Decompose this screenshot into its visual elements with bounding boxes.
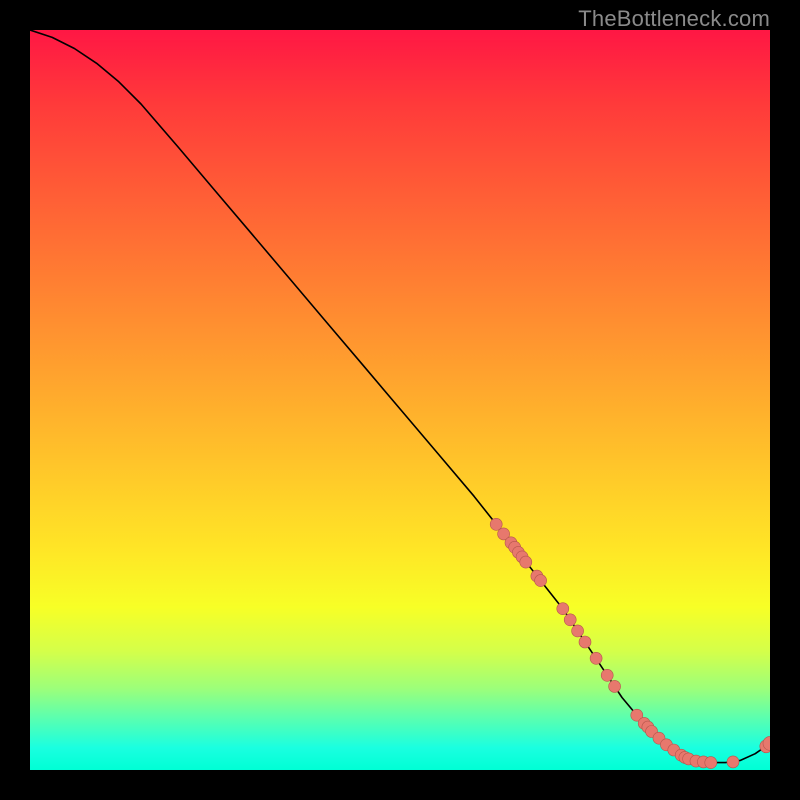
data-point	[535, 575, 547, 587]
chart-overlay-svg	[30, 30, 770, 770]
data-point	[727, 756, 739, 768]
data-point	[572, 625, 584, 637]
data-point	[579, 636, 591, 648]
data-point	[590, 652, 602, 664]
data-point	[609, 680, 621, 692]
data-point	[557, 603, 569, 615]
watermark-text: TheBottleneck.com	[578, 6, 770, 32]
curve-line	[30, 30, 770, 763]
data-point	[601, 669, 613, 681]
data-points-group	[490, 518, 770, 768]
data-point	[520, 556, 532, 568]
chart-root: TheBottleneck.com	[0, 0, 800, 800]
plot-area	[30, 30, 770, 770]
data-point	[564, 614, 576, 626]
data-point	[705, 757, 717, 769]
